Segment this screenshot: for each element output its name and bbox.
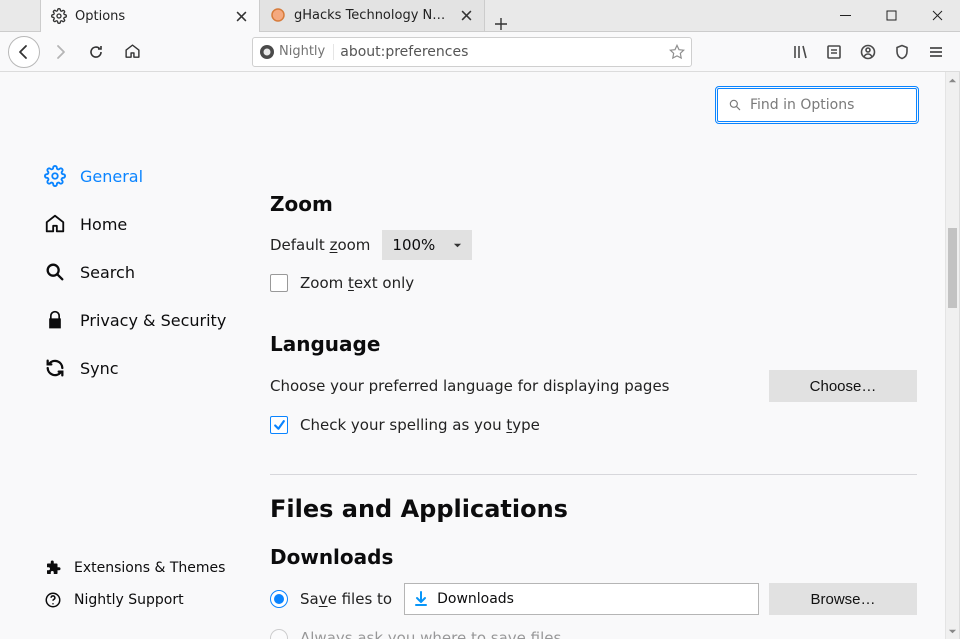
- tab-options[interactable]: Options: [40, 0, 260, 32]
- tab-ghacks[interactable]: gHacks Technology News: [260, 0, 485, 31]
- search-icon: [728, 98, 742, 112]
- url-bar[interactable]: Nightly about:preferences: [252, 37, 692, 67]
- titlebar-leading-spacer: [0, 0, 40, 31]
- tab-title: Options: [75, 9, 225, 24]
- downloads-heading: Downloads: [270, 545, 917, 569]
- files-and-applications-section: Files and Applications Downloads Save fi…: [270, 495, 917, 639]
- save-files-to-label: Save files to: [300, 590, 392, 608]
- identity-label: Nightly: [279, 44, 325, 59]
- gear-icon: [44, 165, 66, 187]
- check-spelling-checkbox[interactable]: [270, 416, 288, 434]
- scroll-down-icon[interactable]: [946, 623, 959, 639]
- default-zoom-select[interactable]: 100%: [382, 230, 472, 260]
- language-heading: Language: [270, 332, 917, 356]
- url-text: about:preferences: [340, 44, 663, 60]
- account-icon[interactable]: [852, 36, 884, 68]
- find-in-options-input[interactable]: Find in Options: [717, 88, 917, 122]
- nightly-icon: [259, 44, 275, 60]
- language-section: Language Choose your preferred language …: [270, 332, 917, 434]
- tab-close-button[interactable]: [459, 7, 474, 23]
- files-heading: Files and Applications: [270, 495, 917, 523]
- always-ask-label: Always ask you where to save files: [300, 629, 561, 639]
- window-controls: [822, 0, 960, 31]
- category-label: Search: [80, 263, 135, 282]
- extensions-themes-link[interactable]: Extensions & Themes: [44, 559, 225, 577]
- nav-toolbar: Nightly about:preferences: [0, 32, 960, 72]
- search-placeholder: Find in Options: [750, 97, 854, 113]
- zoom-section: Zoom Default zoom 100%: [270, 192, 917, 292]
- check-spelling-label: Check your spelling as you type: [300, 416, 540, 434]
- footer-link-label: Extensions & Themes: [74, 560, 225, 576]
- title-bar: Options gHacks Technology News: [0, 0, 960, 32]
- app-menu-button[interactable]: [920, 36, 952, 68]
- puzzle-icon: [44, 559, 62, 577]
- scroll-track[interactable]: [946, 88, 959, 623]
- language-description: Choose your preferred language for displ…: [270, 377, 670, 395]
- new-tab-button[interactable]: [485, 17, 517, 31]
- downloads-folder-value: Downloads: [437, 591, 514, 607]
- preferences-sidebar: General Home Search Privacy & Security S…: [0, 72, 270, 639]
- nightly-support-link[interactable]: Nightly Support: [44, 591, 225, 609]
- reload-button[interactable]: [80, 36, 112, 68]
- browse-downloads-button[interactable]: Browse…: [769, 583, 917, 615]
- vertical-scrollbar[interactable]: [945, 72, 959, 639]
- bookmark-star-icon[interactable]: [669, 44, 685, 60]
- footer-link-label: Nightly Support: [74, 592, 184, 608]
- always-ask-radio[interactable]: [270, 629, 288, 639]
- back-button[interactable]: [8, 36, 40, 68]
- downloads-folder-input[interactable]: Downloads: [404, 583, 759, 615]
- category-label: Privacy & Security: [80, 311, 226, 330]
- tab-strip: Options gHacks Technology News: [40, 0, 517, 31]
- content-area: General Home Search Privacy & Security S…: [0, 72, 960, 639]
- default-zoom-label: Default zoom: [270, 236, 370, 254]
- identity-box[interactable]: Nightly: [259, 44, 334, 60]
- lock-icon: [44, 309, 66, 331]
- preferences-main: Find in Options Zoom Default zoom 100%: [270, 72, 945, 639]
- chevron-down-icon: [453, 241, 462, 250]
- category-privacy[interactable]: Privacy & Security: [44, 296, 270, 344]
- site-favicon-icon: [270, 7, 286, 23]
- window-maximize-button[interactable]: [868, 0, 914, 31]
- scroll-up-icon[interactable]: [946, 72, 959, 88]
- section-divider: [270, 474, 917, 475]
- forward-button[interactable]: [44, 36, 76, 68]
- gear-icon: [51, 8, 67, 24]
- zoom-text-only-checkbox[interactable]: [270, 274, 288, 292]
- scroll-thumb[interactable]: [948, 228, 957, 308]
- window-minimize-button[interactable]: [822, 0, 868, 31]
- sync-icon: [44, 357, 66, 379]
- zoom-text-only-label: Zoom text only: [300, 274, 414, 292]
- category-home[interactable]: Home: [44, 200, 270, 248]
- help-icon: [44, 591, 62, 609]
- category-label: General: [80, 167, 143, 186]
- download-arrow-icon: [413, 591, 429, 607]
- reader-view-icon[interactable]: [818, 36, 850, 68]
- category-sync[interactable]: Sync: [44, 344, 270, 392]
- search-icon: [44, 261, 66, 283]
- home-icon: [44, 213, 66, 235]
- tab-title: gHacks Technology News: [294, 8, 451, 23]
- zoom-heading: Zoom: [270, 192, 917, 216]
- default-zoom-value: 100%: [392, 236, 435, 254]
- choose-language-button[interactable]: Choose…: [769, 370, 917, 402]
- category-label: Sync: [80, 359, 119, 378]
- tab-close-button[interactable]: [233, 8, 249, 24]
- home-button[interactable]: [116, 36, 148, 68]
- sidebar-footer: Extensions & Themes Nightly Support: [44, 559, 225, 609]
- toolbar-right: [784, 36, 952, 68]
- shield-icon[interactable]: [886, 36, 918, 68]
- library-button[interactable]: [784, 36, 816, 68]
- window-close-button[interactable]: [914, 0, 960, 31]
- category-search[interactable]: Search: [44, 248, 270, 296]
- titlebar-drag-area[interactable]: [517, 0, 822, 31]
- category-label: Home: [80, 215, 127, 234]
- save-files-to-radio[interactable]: [270, 590, 288, 608]
- category-general[interactable]: General: [44, 152, 270, 200]
